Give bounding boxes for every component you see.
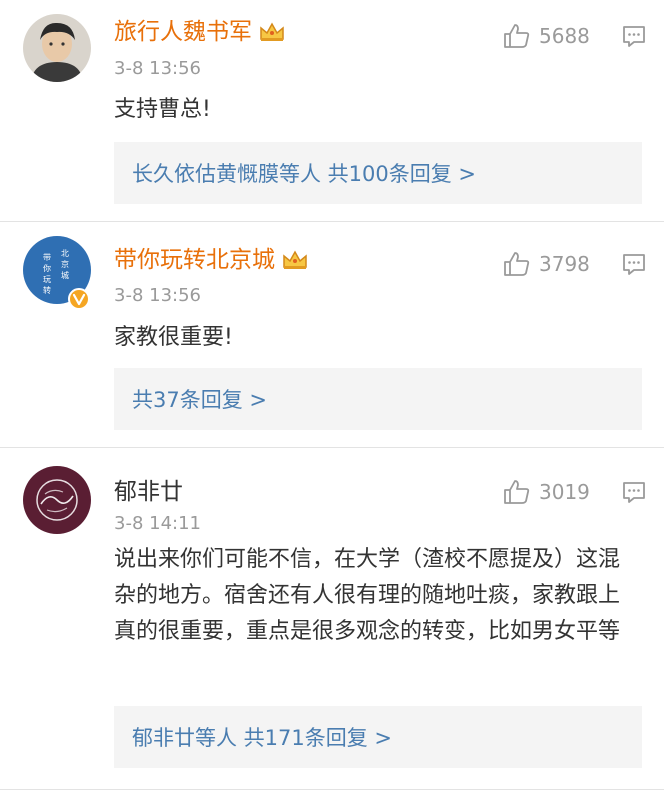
avatar-photo-icon	[23, 14, 91, 82]
comment-text: 家教很重要!	[114, 325, 233, 350]
divider	[0, 789, 664, 790]
comment-time: 3-8 13:56	[114, 285, 201, 306]
thumbs-up-icon	[504, 480, 530, 504]
like-count: 3798	[539, 252, 590, 276]
avatar-char: 玩	[43, 275, 51, 284]
avatar[interactable]	[23, 14, 91, 82]
vip-crown-icon	[283, 250, 307, 269]
username-text[interactable]: 郁非廿	[114, 476, 183, 508]
comment-bubble-icon[interactable]	[622, 24, 646, 48]
comment-text: 支持曹总!	[114, 97, 211, 122]
comment-bubble-icon[interactable]	[622, 252, 646, 276]
username-text[interactable]: 带你玩转北京城	[114, 244, 275, 276]
like-button[interactable]: 5688	[503, 22, 590, 50]
like-count: 3019	[539, 480, 590, 504]
avatar-char: 城	[61, 271, 69, 280]
username-text[interactable]: 旅行人魏书军	[114, 16, 252, 48]
avatar-logo-icon	[23, 466, 91, 534]
comment-text: 说出来你们可能不信，在大学（渣校不愿提及）这混杂的地方。宿舍还有人很有理的随地吐…	[114, 547, 621, 644]
verified-v-icon	[68, 288, 90, 310]
comment-time: 3-8 13:56	[114, 58, 201, 79]
thumbs-up-icon	[504, 24, 530, 48]
avatar-char: 你	[43, 263, 51, 273]
comment-item: 郁非廿 3-8 14:11 3019 说出来你们可能不信，在大学（渣校不愿提及）…	[0, 448, 664, 800]
comment-bubble-icon[interactable]	[622, 480, 646, 504]
comment-item: 带 你 玩 转 北 京 城 带你玩转北京城 3-8 13:56 3798 家教很…	[0, 222, 664, 448]
reply-summary[interactable]: 郁非廿等人 共171条回复 >	[114, 706, 642, 768]
username[interactable]: 旅行人魏书军	[114, 16, 286, 48]
reply-summary[interactable]: 共37条回复 >	[114, 368, 642, 430]
username[interactable]: 郁非廿	[114, 476, 183, 508]
username[interactable]: 带你玩转北京城	[114, 244, 309, 276]
avatar-char: 转	[43, 285, 51, 295]
reply-summary[interactable]: 长久依估黄慨膜等人 共100条回复 >	[114, 142, 642, 204]
like-count: 5688	[539, 24, 590, 48]
like-button[interactable]: 3019	[503, 478, 590, 506]
avatar[interactable]	[23, 466, 91, 534]
vip-crown-icon	[260, 22, 284, 41]
like-button[interactable]: 3798	[503, 250, 590, 278]
avatar-char: 北	[61, 249, 69, 258]
avatar-char: 京	[61, 259, 69, 269]
avatar-char: 带	[43, 253, 51, 262]
thumbs-up-icon	[504, 252, 530, 276]
comment-time: 3-8 14:11	[114, 513, 201, 534]
comment-item: 旅行人魏书军 3-8 13:56 5688 支持曹总! 长久依估黄慨膜等人 共1…	[0, 0, 664, 222]
